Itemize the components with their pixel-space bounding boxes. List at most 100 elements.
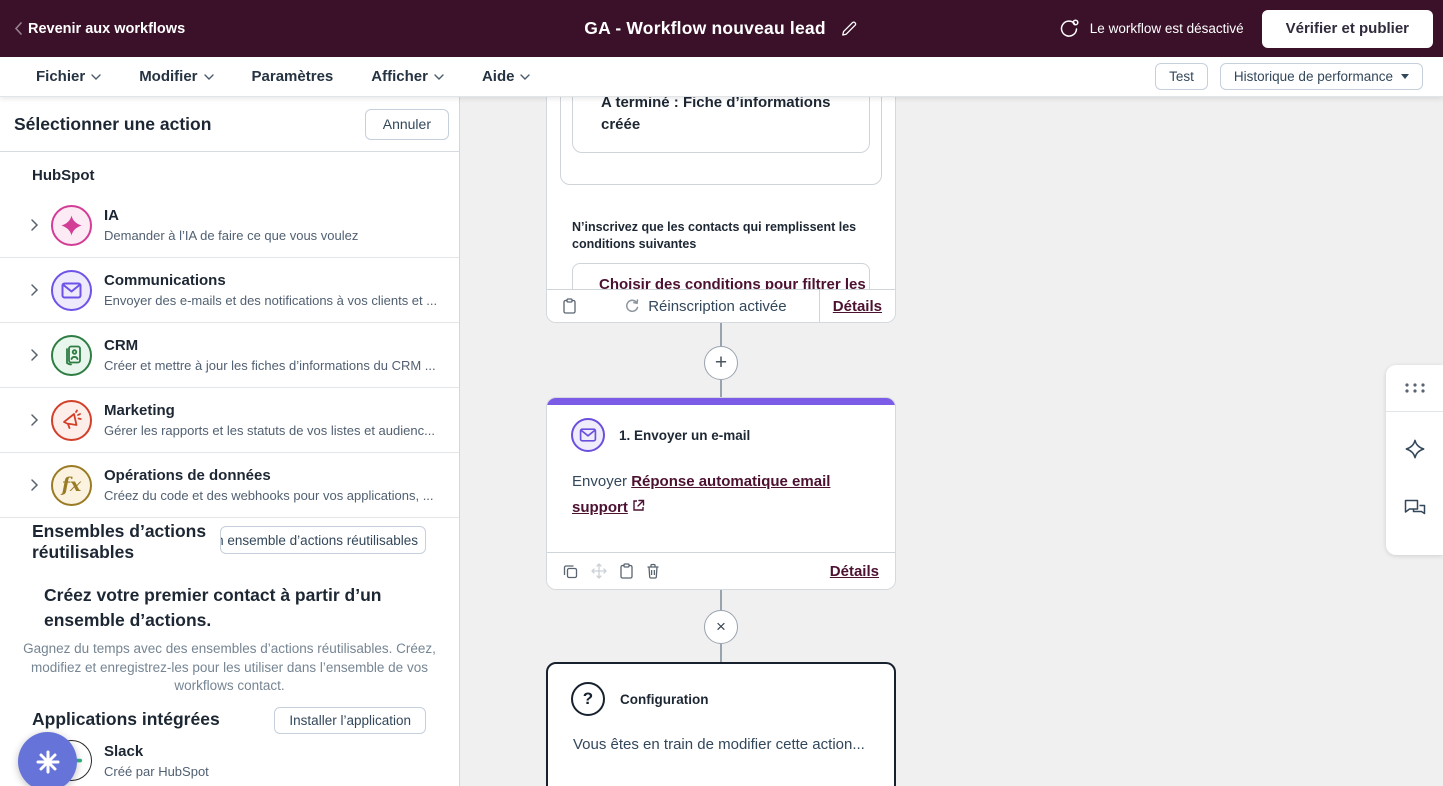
- connector-line: [720, 590, 722, 610]
- action-title: Communications: [104, 272, 437, 289]
- edit-pencil-icon[interactable]: [840, 19, 859, 38]
- action-category-ia[interactable]: IA Demander à l’IA de faire ce que vous …: [0, 193, 459, 258]
- chevron-right-icon: [30, 478, 39, 492]
- trigger-event-box[interactable]: A terminé : Fiche d’informations créée: [572, 97, 870, 153]
- chevron-down-icon: [434, 74, 444, 80]
- sparkle-outline-icon: [1404, 438, 1426, 460]
- megaphone-icon: [51, 400, 92, 441]
- trigger-group-box: A terminé : Fiche d’informations créée: [560, 97, 882, 185]
- chevron-right-icon: [30, 348, 39, 362]
- action-category-crm[interactable]: CRM Créer et mettre à jour les fiches d’…: [0, 323, 459, 388]
- clipboard-icon[interactable]: [620, 563, 633, 579]
- external-link-icon: [632, 499, 645, 512]
- ai-sparkle-icon: [51, 205, 92, 246]
- action-desc: Demander à l’IA de faire ce que vous vou…: [104, 228, 358, 243]
- connector-line: [720, 644, 722, 662]
- envelope-icon: [51, 270, 92, 311]
- configuration-card[interactable]: ? Configuration Vous êtes en train de mo…: [546, 662, 896, 786]
- trigger-title: A terminé : Fiche d’informations créée: [601, 97, 830, 133]
- workflow-title: GA - Workflow nouveau lead: [584, 18, 825, 39]
- create-action-set-button[interactable]: r un ensemble d’actions réutilisables: [220, 526, 426, 554]
- question-mark-icon: ?: [571, 682, 605, 716]
- menu-fichier[interactable]: Fichier: [36, 68, 101, 85]
- refresh-icon: [624, 298, 640, 314]
- back-to-workflows-link[interactable]: Revenir aux workflows: [14, 21, 185, 37]
- add-action-node[interactable]: +: [704, 346, 738, 380]
- workflow-status: Le workflow est désactivé: [1058, 18, 1244, 40]
- chevron-down-icon: [520, 74, 530, 80]
- clipboard-icon[interactable]: [563, 298, 576, 314]
- move-icon[interactable]: [591, 563, 607, 579]
- copilot-fab-button[interactable]: [18, 732, 77, 786]
- asterisk-burst-icon: [35, 749, 61, 775]
- card-accent-bar: [547, 398, 895, 405]
- panel-title: Sélectionner une action: [14, 114, 211, 135]
- duplicate-icon[interactable]: [563, 564, 578, 579]
- top-bar: Revenir aux workflows GA - Workflow nouv…: [0, 0, 1443, 57]
- action-panel: Sélectionner une action Annuler HubSpot …: [0, 97, 460, 786]
- integrated-apps-title: Applications intégrées: [32, 709, 220, 730]
- caret-down-icon: [1401, 74, 1409, 79]
- enrollment-condition-label: N’inscrivez que les contacts qui remplis…: [572, 219, 867, 252]
- trigger-card[interactable]: A terminé : Fiche d’informations créée N…: [546, 97, 896, 323]
- menu-parametres[interactable]: Paramètres: [252, 68, 334, 85]
- action-title: Opérations de données: [104, 467, 434, 484]
- cancel-button[interactable]: Annuler: [365, 109, 449, 140]
- reenrollment-status: Réinscription activée: [592, 290, 819, 322]
- action-category-communications[interactable]: Communications Envoyer des e-mails et de…: [0, 258, 459, 323]
- workflow-canvas: A terminé : Fiche d’informations créée N…: [460, 97, 1443, 786]
- action-title: IA: [104, 207, 358, 224]
- fx-function-icon: fx: [51, 465, 92, 506]
- trigger-card-footer: Réinscription activée Détails: [547, 289, 895, 322]
- app-byline: Créé par HubSpot: [104, 764, 209, 779]
- menu-afficher[interactable]: Afficher: [371, 68, 444, 85]
- verify-publish-button[interactable]: Vérifier et publier: [1262, 10, 1433, 48]
- comments-button[interactable]: [1386, 485, 1443, 551]
- action-desc: Créer et mettre à jour les fiches d’info…: [104, 358, 436, 373]
- dots-grid-icon: [1404, 382, 1426, 394]
- ai-assistant-button[interactable]: [1386, 412, 1443, 485]
- email-action-card[interactable]: 1. Envoyer un e-mail Envoyer Réponse aut…: [546, 397, 896, 590]
- trash-icon[interactable]: [646, 563, 660, 579]
- chevron-down-icon: [91, 74, 101, 80]
- canvas-side-toolbar: [1386, 365, 1443, 555]
- crm-contact-card-icon: [51, 335, 92, 376]
- action-sets-title: Ensembles d’actions réutilisables: [32, 521, 217, 563]
- action-desc: Envoyer des e-mails et des notifications…: [104, 293, 437, 308]
- configuration-title: Configuration: [620, 692, 708, 707]
- chat-bubbles-icon: [1404, 499, 1426, 518]
- chevron-right-icon: [30, 413, 39, 427]
- connector-line: [720, 323, 722, 346]
- performance-history-button[interactable]: Historique de performance: [1220, 63, 1423, 90]
- action-title: CRM: [104, 337, 436, 354]
- email-icon: [571, 418, 605, 452]
- action-title: Marketing: [104, 402, 435, 419]
- action-sets-empty-desc: Gagnez du temps avec des ensembles d’act…: [22, 640, 437, 696]
- email-details-link[interactable]: Détails: [830, 563, 879, 580]
- configuration-body: Vous êtes en train de modifier cette act…: [548, 716, 894, 753]
- chevron-down-icon: [204, 74, 214, 80]
- app-title: Slack: [104, 743, 209, 760]
- action-desc: Gérer les rapports et les statuts de vos…: [104, 423, 435, 438]
- menu-bar: Fichier Modifier Paramètres Afficher Aid…: [0, 57, 1443, 97]
- test-button[interactable]: Test: [1155, 63, 1208, 90]
- email-action-title: 1. Envoyer un e-mail: [619, 428, 750, 443]
- action-category-marketing[interactable]: Marketing Gérer les rapports et les stat…: [0, 388, 459, 453]
- back-label: Revenir aux workflows: [28, 21, 185, 37]
- workflow-status-text: Le workflow est désactivé: [1090, 21, 1244, 36]
- menu-modifier[interactable]: Modifier: [139, 68, 213, 85]
- action-sets-empty-title: Créez votre premier contact à partir d’u…: [44, 583, 389, 633]
- hubspot-section-title: HubSpot: [32, 167, 459, 184]
- install-app-button[interactable]: Installer l’application: [274, 707, 426, 734]
- remove-node[interactable]: ×: [704, 610, 738, 644]
- workflow-disabled-icon: [1058, 18, 1080, 40]
- connector-line: [720, 380, 722, 397]
- chevron-left-icon: [14, 22, 22, 35]
- menu-aide[interactable]: Aide: [482, 68, 531, 85]
- action-category-data-ops[interactable]: fx Opérations de données Créez du code e…: [0, 453, 459, 518]
- chevron-right-icon: [30, 218, 39, 232]
- trigger-details-link[interactable]: Détails: [833, 298, 882, 315]
- chevron-right-icon: [30, 283, 39, 297]
- email-card-footer: Détails: [547, 552, 895, 589]
- minimap-grid-button[interactable]: [1386, 365, 1443, 412]
